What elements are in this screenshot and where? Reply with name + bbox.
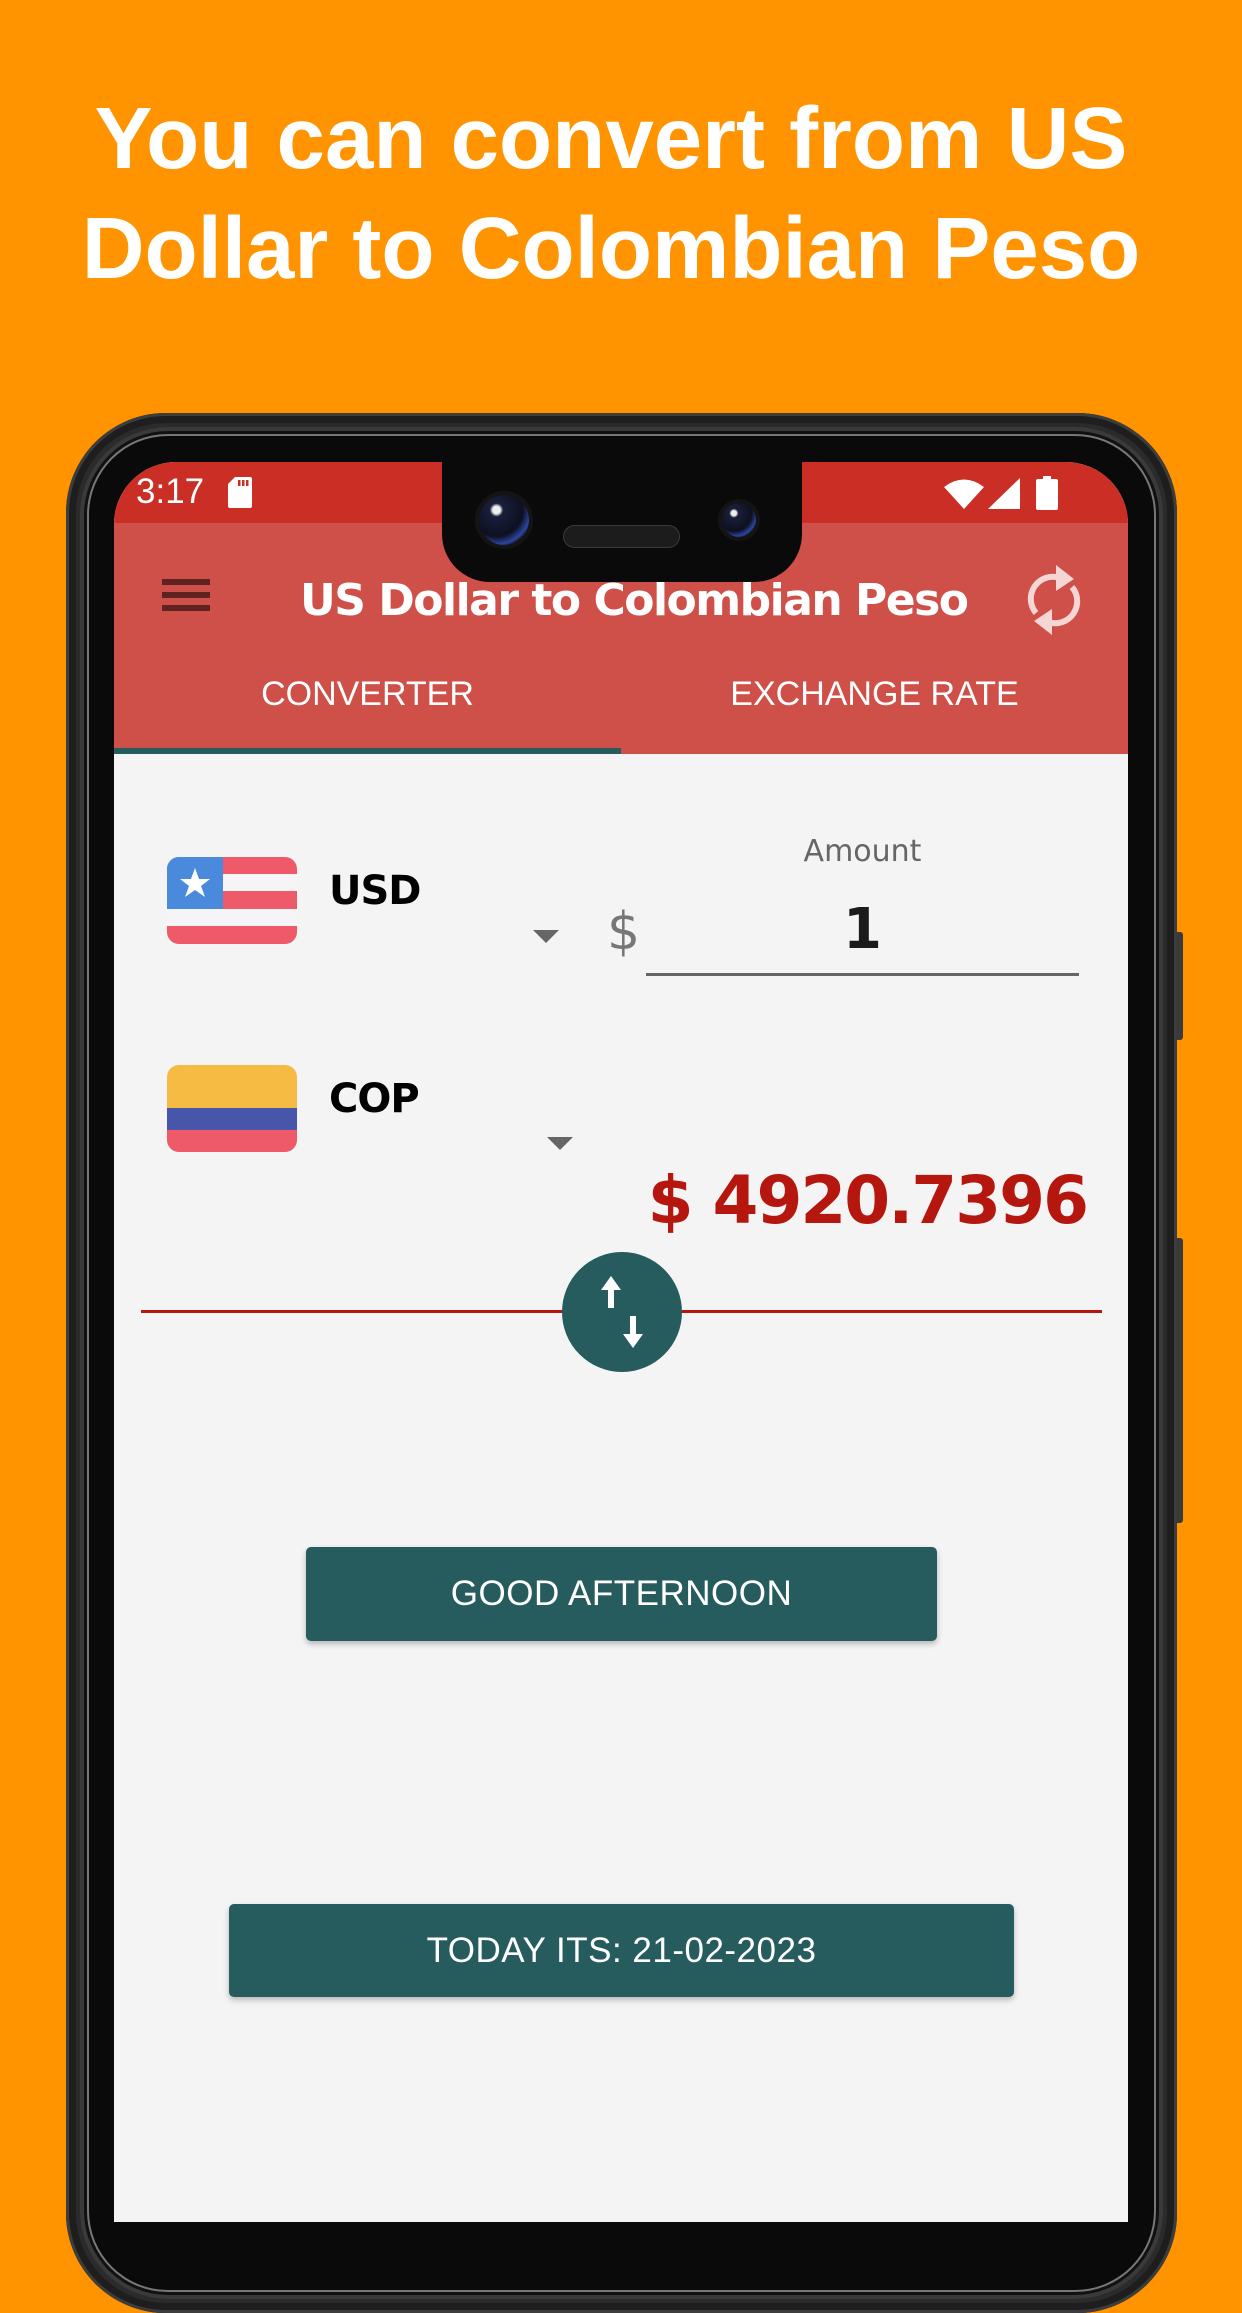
to-currency-code[interactable]: COP — [329, 1076, 420, 1122]
refresh-icon[interactable] — [1022, 561, 1086, 639]
sd-card-icon — [228, 477, 252, 508]
amount-label: Amount — [803, 834, 922, 869]
phone-screen: 3:17 US Dollar to Colombian Peso CONVERT… — [114, 462, 1128, 2222]
secondary-camera-icon — [722, 503, 756, 537]
converted-result: $ 4920.7396 — [647, 1162, 1089, 1239]
app-title: US Dollar to Colombian Peso — [300, 575, 969, 626]
swap-vertical-icon — [601, 1276, 643, 1348]
amount-prefix: $ — [607, 902, 641, 962]
battery-icon — [1036, 476, 1058, 510]
promo-headline-line1: You can convert from US — [94, 90, 1128, 187]
tab-bar: CONVERTER EXCHANGE RATE — [114, 654, 1128, 754]
from-currency-dropdown-icon[interactable] — [533, 930, 559, 943]
power-button — [1176, 1238, 1183, 1523]
active-tab-indicator — [114, 748, 621, 754]
promo-headline: You can convert from US Dollar to Colomb… — [0, 84, 1222, 304]
swap-currencies-button[interactable] — [562, 1252, 682, 1372]
colombia-flag[interactable] — [167, 1065, 297, 1152]
camera-notch — [442, 452, 802, 582]
wifi-icon — [944, 479, 984, 509]
signal-icon — [988, 478, 1020, 509]
date-button[interactable]: TODAY ITS: 21-02-2023 — [229, 1904, 1014, 1997]
hamburger-menu-icon[interactable] — [162, 579, 210, 613]
earpiece-speaker — [563, 525, 680, 548]
tab-exchange-rate[interactable]: EXCHANGE RATE — [621, 654, 1128, 754]
us-flag[interactable] — [167, 857, 297, 944]
colombia-flag-icon — [167, 1065, 297, 1152]
greeting-button[interactable]: GOOD AFTERNOON — [306, 1547, 937, 1641]
from-currency-code[interactable]: USD — [329, 868, 421, 914]
tab-converter[interactable]: CONVERTER — [114, 654, 621, 754]
us-flag-icon — [167, 857, 297, 944]
to-currency-dropdown-icon[interactable] — [547, 1137, 573, 1150]
front-camera-icon — [479, 495, 529, 545]
promo-headline-line2: Dollar to Colombian Peso — [81, 200, 1141, 297]
amount-input[interactable] — [646, 886, 1079, 976]
status-time: 3:17 — [136, 472, 205, 511]
volume-button — [1176, 932, 1183, 1040]
